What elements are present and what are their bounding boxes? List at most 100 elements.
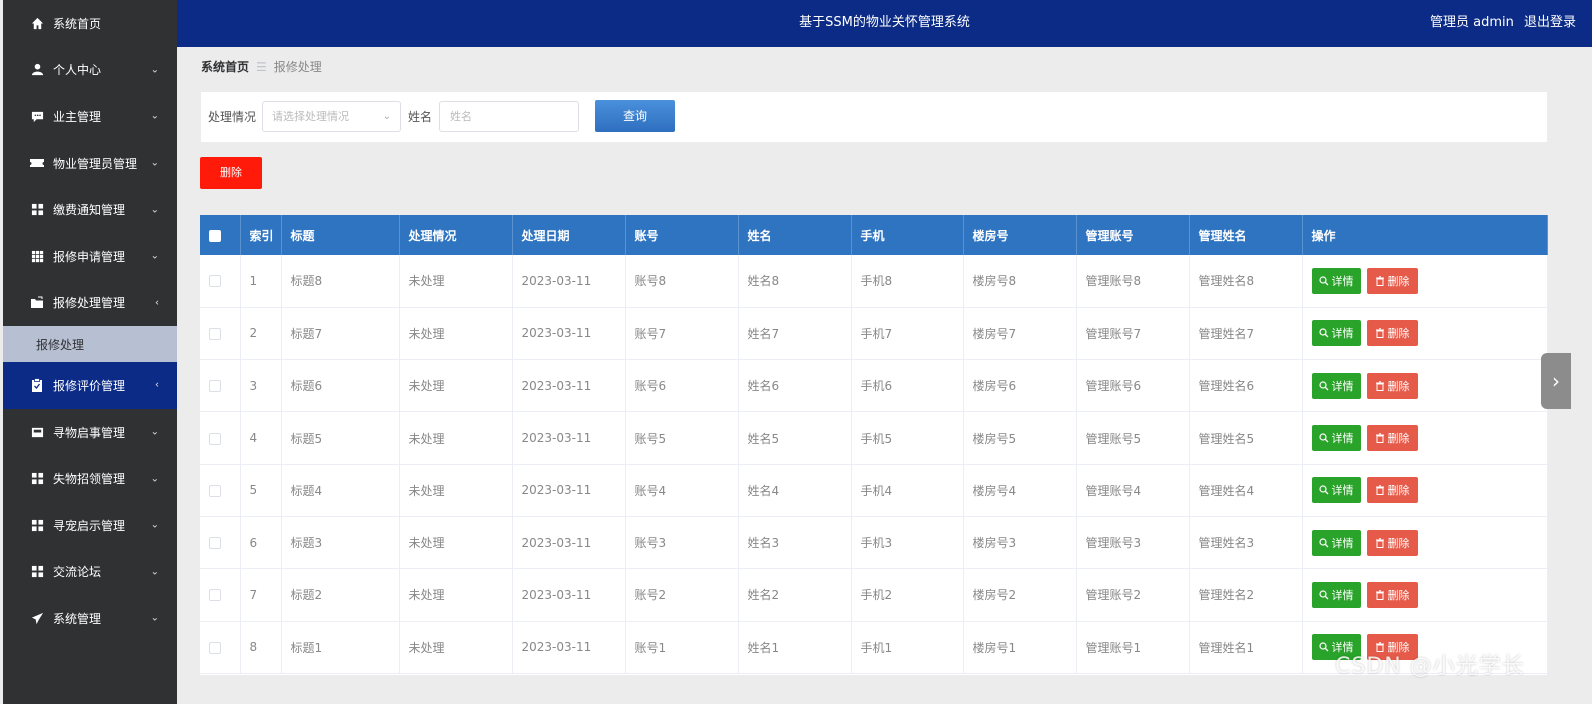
sidebar-item-label: 物业管理员管理: [53, 156, 138, 171]
detail-button[interactable]: 详情: [1311, 477, 1361, 504]
sidebar-item-items2-3[interactable]: 寻宠启示管理 ⌄: [3, 502, 177, 549]
table-cell: 姓名5: [738, 411, 852, 465]
table-cell: 2023-03-11: [512, 621, 626, 674]
row-checkbox[interactable]: [209, 380, 221, 393]
grid-icon: [30, 203, 44, 217]
column-header: 管理账号: [1076, 215, 1190, 255]
sidebar-item-label: 个人中心: [53, 63, 102, 78]
table-cell: 管理姓名1: [1189, 621, 1303, 674]
trash-icon: [1375, 381, 1384, 391]
row-checkbox[interactable]: [209, 327, 221, 340]
detail-button[interactable]: 详情: [1311, 425, 1361, 452]
table-cell: 未处理: [399, 307, 513, 361]
sidebar-item-items-3[interactable]: 物业管理员管理 ⌄: [3, 140, 177, 187]
sidebar-item-items-5[interactable]: 报修申请管理 ⌄: [3, 233, 177, 280]
delete-button[interactable]: 删除: [1366, 320, 1418, 347]
table-cell: 2023-03-11: [512, 568, 626, 622]
row-checkbox[interactable]: [209, 537, 221, 550]
search-icon: [1318, 276, 1328, 286]
sidebar-item-items-0[interactable]: 系统首页: [3, 0, 177, 47]
status-select[interactable]: 请选择处理情况 ⌄: [262, 101, 401, 132]
row-checkbox[interactable]: [209, 641, 221, 654]
sidebar-item-items-4[interactable]: 缴费通知管理 ⌄: [3, 186, 177, 233]
sidebar-item-items2-2[interactable]: 失物招领管理 ⌄: [3, 455, 177, 502]
row-select-cell: [200, 621, 241, 674]
chevron-right-icon[interactable]: ›: [1541, 353, 1571, 409]
detail-button[interactable]: 详情: [1311, 372, 1361, 399]
table-cell: 标题3: [281, 516, 400, 570]
trash-icon: [1375, 485, 1384, 496]
table-row: 4 标题5 未处理 2023-03-11 账号5 姓名5 手机5 楼房号5 管理账号5 管理姓名5…: [200, 411, 1548, 465]
sidebar-item-items-6[interactable]: 报修处理管理 ‹: [3, 280, 177, 327]
sidebar-subitem-repair-handling[interactable]: 报修处理: [3, 326, 177, 363]
table-cell: 标题6: [281, 359, 400, 413]
select-all-checkbox[interactable]: [209, 229, 221, 242]
table-cell: 手机1: [851, 621, 964, 674]
sidebar-item-items2-0[interactable]: 报修评价管理 ‹: [3, 362, 177, 409]
column-header: 账号: [625, 215, 739, 255]
batch-delete-button[interactable]: 删除: [200, 157, 262, 189]
table-cell: 管理账号8: [1076, 255, 1190, 308]
row-checkbox[interactable]: [209, 432, 221, 445]
delete-button[interactable]: 删除: [1366, 477, 1418, 504]
sidebar-item-label: 报修申请管理: [53, 249, 126, 264]
row-checkbox[interactable]: [209, 484, 221, 497]
table-cell: 手机7: [851, 307, 964, 361]
table-cell: 未处理: [399, 359, 513, 413]
delete-button[interactable]: 删除: [1366, 425, 1418, 452]
table-cell: 姓名4: [738, 464, 852, 517]
table-cell: 管理姓名8: [1189, 255, 1303, 308]
query-button[interactable]: 查询: [595, 100, 675, 132]
detail-label: 详情: [1331, 484, 1354, 498]
send-icon: [30, 611, 44, 625]
detail-button[interactable]: 详情: [1311, 320, 1361, 347]
sidebar-item-label: 寻宠启示管理: [53, 518, 126, 533]
delete-button[interactable]: 删除: [1366, 581, 1418, 608]
table-cell: 2023-03-11: [512, 464, 626, 517]
search-panel: 处理情况 请选择处理情况 ⌄ 姓名 姓名 查询: [201, 92, 1547, 142]
trash-icon: [1375, 328, 1384, 339]
actions-cell: 详情 删除: [1302, 255, 1548, 308]
delete-label: 删除: [1387, 379, 1410, 393]
delete-label: 删除: [1387, 274, 1410, 288]
table-row: 6 标题3 未处理 2023-03-11 账号3 姓名3 手机3 楼房号3 管理账号3 管理姓名3…: [200, 516, 1548, 570]
row-checkbox[interactable]: [209, 275, 221, 288]
table-cell: 管理账号1: [1076, 621, 1190, 674]
table-cell: 管理账号3: [1076, 516, 1190, 570]
sidebar-item-items2-1[interactable]: 寻物启事管理 ⌄: [3, 409, 177, 456]
detail-button[interactable]: 详情: [1311, 529, 1361, 556]
table-cell: 未处理: [399, 411, 513, 465]
actions-cell: 详情 删除: [1302, 568, 1548, 622]
sidebar-item-items2-5[interactable]: 系统管理 ⌄: [3, 595, 177, 642]
table-cell: 未处理: [399, 255, 513, 308]
detail-button[interactable]: 详情: [1311, 581, 1361, 608]
sidebar-item-items-2[interactable]: 业主管理 ⌄: [3, 93, 177, 140]
watermark: CSDN @小光学长: [1335, 654, 1525, 679]
trash-icon: [1375, 433, 1384, 444]
row-checkbox[interactable]: [209, 589, 221, 602]
table-cell: 管理账号6: [1076, 359, 1190, 413]
detail-label: 详情: [1331, 274, 1354, 288]
table-cell: 姓名6: [738, 359, 852, 413]
table-cell: 账号8: [625, 255, 739, 308]
user-icon: [30, 63, 44, 77]
sidebar-item-items2-4[interactable]: 交流论坛 ⌄: [3, 549, 177, 596]
logout-link[interactable]: 退出登录: [1524, 15, 1576, 30]
chevron-icon: ⌄: [150, 566, 159, 578]
table-cell: 管理姓名7: [1189, 307, 1303, 361]
table-cell: 标题2: [281, 568, 400, 622]
sidebar-item-items-1[interactable]: 个人中心 ⌄: [3, 47, 177, 94]
table-cell: 管理账号2: [1076, 568, 1190, 622]
row-select-cell: [200, 255, 241, 308]
sidebar-item-label: 报修处理管理: [53, 296, 126, 311]
delete-button[interactable]: 删除: [1366, 372, 1418, 399]
detail-button[interactable]: 详情: [1311, 267, 1361, 294]
table-cell: 2023-03-11: [512, 307, 626, 361]
delete-button[interactable]: 删除: [1366, 267, 1418, 294]
breadcrumb-home[interactable]: 系统首页: [201, 60, 249, 74]
trash-icon: [1375, 537, 1384, 548]
name-input[interactable]: 姓名: [439, 101, 579, 132]
grid-icon: [30, 472, 44, 486]
delete-button[interactable]: 删除: [1366, 529, 1418, 556]
table-cell: 标题4: [281, 464, 400, 517]
